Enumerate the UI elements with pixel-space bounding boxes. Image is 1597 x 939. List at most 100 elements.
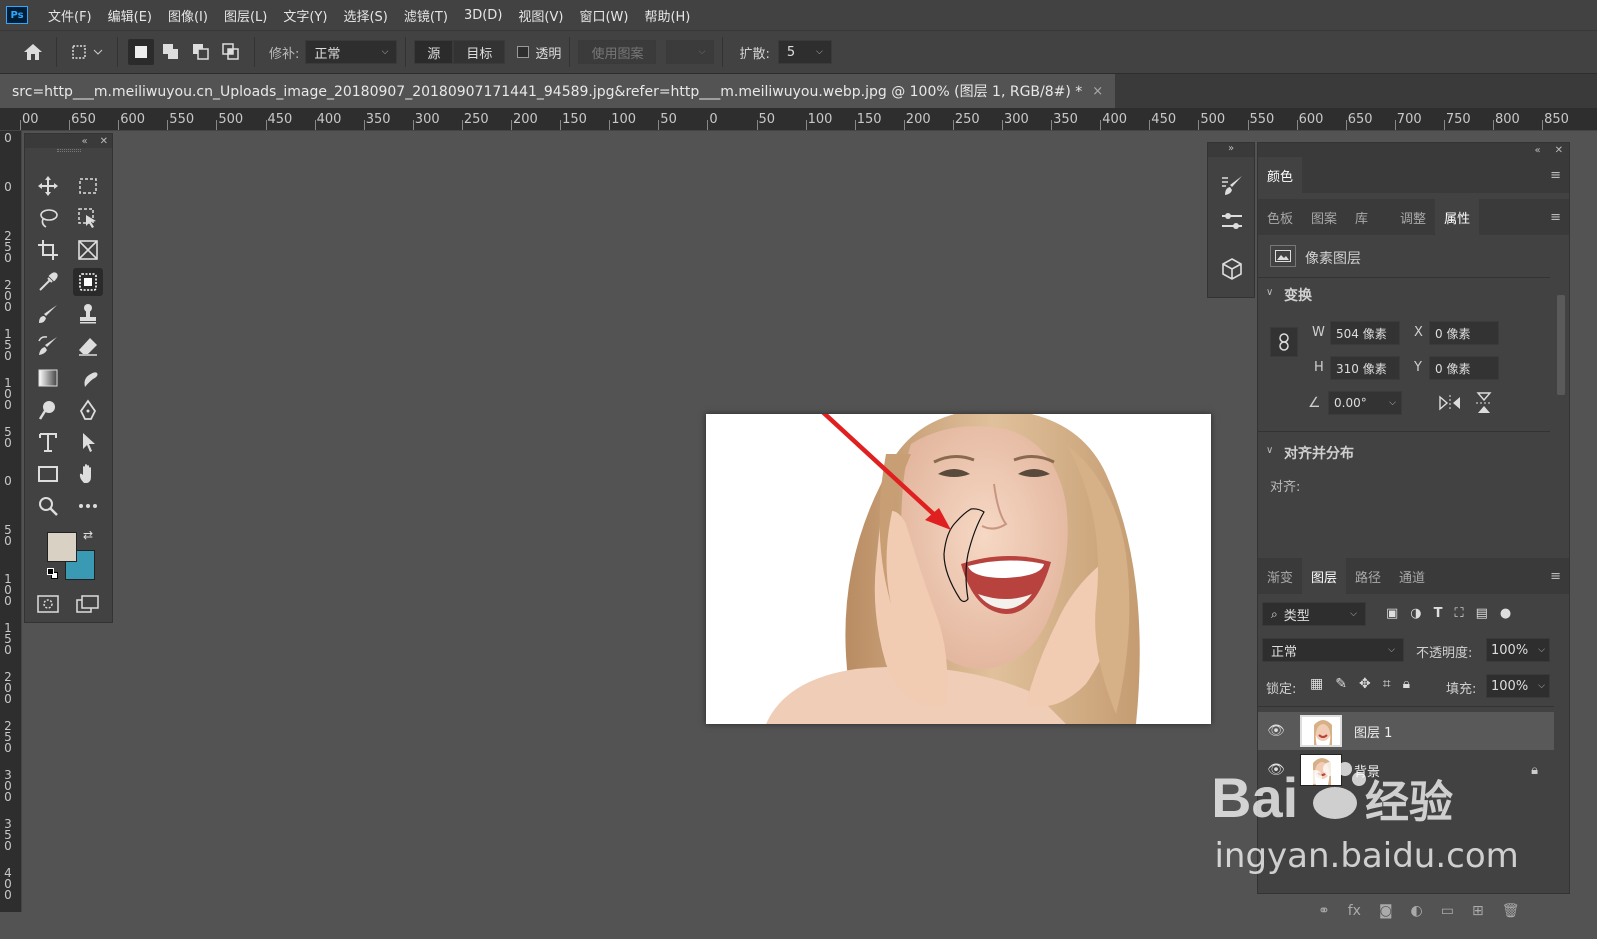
- menu-file[interactable]: 文件(F): [40, 6, 100, 25]
- blend-mode-select[interactable]: 正常 ⌵: [1262, 638, 1404, 662]
- target-button[interactable]: 目标: [453, 40, 506, 64]
- filter-type-icon[interactable]: T: [1434, 606, 1443, 621]
- screen-mode-icon[interactable]: [73, 590, 103, 618]
- chevron-down-icon[interactable]: ∨: [1266, 287, 1273, 298]
- diffusion-select[interactable]: 5 ⌵: [777, 40, 832, 64]
- filter-toggle-icon[interactable]: ●: [1500, 606, 1511, 621]
- close-tab-icon[interactable]: ×: [1092, 84, 1103, 99]
- lock-all-icon[interactable]: 🔒︎: [1403, 676, 1410, 692]
- menu-window[interactable]: 窗口(W): [571, 6, 636, 25]
- close-panel-icon[interactable]: ✕: [100, 136, 108, 147]
- default-colors-icon[interactable]: [47, 568, 59, 580]
- tab-channels[interactable]: 通道: [1390, 558, 1434, 594]
- chevron-down-icon[interactable]: ∨: [1266, 445, 1273, 456]
- menu-help[interactable]: 帮助(H): [636, 6, 698, 25]
- flip-vertical-icon[interactable]: [1474, 391, 1494, 419]
- properties-scrollbar[interactable]: [1557, 281, 1565, 491]
- gradient-tool-icon[interactable]: [33, 364, 63, 392]
- delete-layer-icon[interactable]: 🗑︎: [1502, 903, 1520, 919]
- add-selection-icon[interactable]: [158, 39, 184, 65]
- panel-menu-icon[interactable]: ≡: [1550, 168, 1561, 183]
- menu-view[interactable]: 视图(V): [510, 6, 571, 25]
- new-selection-icon[interactable]: [128, 39, 154, 65]
- visibility-eye-icon[interactable]: 👁︎: [1264, 723, 1288, 739]
- layer-filter-select[interactable]: ⌕ 类型 ⌵: [1262, 602, 1366, 626]
- x-field[interactable]: 0 像素: [1429, 321, 1499, 345]
- lock-transparency-icon[interactable]: ▦: [1310, 676, 1323, 692]
- eraser-tool-icon[interactable]: [73, 332, 103, 360]
- zoom-tool-icon[interactable]: [33, 492, 63, 520]
- menu-layer[interactable]: 图层(L): [216, 6, 275, 25]
- angle-field[interactable]: 0.00° ⌵: [1328, 391, 1402, 415]
- crop-tool-icon[interactable]: [33, 236, 63, 264]
- panel-menu-icon[interactable]: ≡: [1550, 569, 1561, 584]
- pen-tool-icon[interactable]: [73, 396, 103, 424]
- move-tool-icon[interactable]: [33, 172, 63, 200]
- flip-horizontal-icon[interactable]: [1438, 393, 1462, 417]
- filter-pixel-icon[interactable]: ▣: [1386, 606, 1398, 621]
- menu-image[interactable]: 图像(I): [160, 6, 216, 25]
- patch-tool-preset-icon[interactable]: [67, 39, 107, 65]
- vertical-ruler[interactable]: 0 0 250 200 150 100 50 0 50 100 150 200 250 300 350 400…: [0, 131, 22, 912]
- tab-gradients[interactable]: 渐变: [1258, 558, 1302, 594]
- intersect-selection-icon[interactable]: [218, 39, 244, 65]
- pattern-picker[interactable]: ⌵: [666, 40, 715, 64]
- fill-field[interactable]: 100% ⌵: [1486, 674, 1550, 698]
- menu-select[interactable]: 选择(S): [335, 6, 395, 25]
- tab-libraries[interactable]: 库: [1346, 199, 1377, 235]
- eyedropper-tool-icon[interactable]: [33, 268, 63, 296]
- subtract-selection-icon[interactable]: [188, 39, 214, 65]
- link-icon[interactable]: [1270, 327, 1298, 357]
- layer-name[interactable]: 图层 1: [1354, 722, 1392, 741]
- add-mask-icon[interactable]: ◙: [1379, 903, 1393, 919]
- path-selection-tool-icon[interactable]: [73, 428, 103, 456]
- height-field[interactable]: 310 像素: [1330, 356, 1400, 380]
- brush-settings-icon[interactable]: [1217, 171, 1247, 199]
- use-pattern-button[interactable]: 使用图案: [578, 40, 657, 64]
- rectangle-tool-icon[interactable]: [33, 460, 63, 488]
- transform-section-title[interactable]: 变换: [1284, 285, 1312, 305]
- menu-type[interactable]: 文字(Y): [275, 6, 335, 25]
- more-tools-icon[interactable]: [73, 492, 103, 520]
- new-adjustment-icon[interactable]: ◐: [1411, 903, 1423, 919]
- layer-row-layer-1[interactable]: 👁︎ 图层 1: [1258, 712, 1554, 750]
- new-group-icon[interactable]: ▭: [1441, 903, 1454, 919]
- tab-paths[interactable]: 路径: [1346, 558, 1390, 594]
- hand-tool-icon[interactable]: [73, 460, 103, 488]
- smudge-tool-icon[interactable]: [73, 364, 103, 392]
- expand-icon[interactable]: »: [1208, 143, 1254, 157]
- swap-colors-icon[interactable]: ⇄: [83, 528, 93, 542]
- collapse-icon[interactable]: «: [1534, 145, 1540, 156]
- menu-edit[interactable]: 编辑(E): [100, 6, 160, 25]
- document-canvas[interactable]: [706, 414, 1211, 724]
- transparent-option[interactable]: 透明: [517, 43, 561, 62]
- quick-mask-icon[interactable]: [33, 590, 63, 618]
- tab-adjustments[interactable]: 调整: [1391, 199, 1435, 235]
- panel-menu-icon[interactable]: ≡: [1550, 210, 1561, 225]
- y-field[interactable]: 0 像素: [1429, 356, 1499, 380]
- tab-patterns[interactable]: 图案: [1302, 199, 1346, 235]
- filter-smart-object-icon[interactable]: ▤: [1476, 606, 1488, 621]
- link-layers-icon[interactable]: ⚭: [1318, 903, 1330, 919]
- foreground-color-swatch[interactable]: [47, 532, 77, 562]
- width-field[interactable]: 504 像素: [1330, 321, 1400, 345]
- layer-name[interactable]: 背景: [1354, 761, 1380, 780]
- lock-artboard-icon[interactable]: ⌗: [1383, 676, 1391, 692]
- layer-style-icon[interactable]: fx: [1348, 903, 1361, 919]
- home-icon[interactable]: [20, 39, 46, 65]
- lasso-tool-icon[interactable]: [33, 204, 63, 232]
- patch-mode-select[interactable]: 正常 ⌵: [305, 40, 398, 64]
- lock-pixels-icon[interactable]: ✎: [1335, 676, 1347, 692]
- close-panel-icon[interactable]: ✕: [1555, 145, 1563, 156]
- menu-filter[interactable]: 滤镜(T): [396, 6, 456, 25]
- layer-row-background[interactable]: 👁︎ 背景 🔒︎: [1258, 751, 1554, 789]
- new-layer-icon[interactable]: ⊞: [1472, 903, 1484, 919]
- filter-adjustment-icon[interactable]: ◑: [1410, 606, 1421, 621]
- tab-color[interactable]: 颜色: [1258, 157, 1303, 193]
- stamp-tool-icon[interactable]: [73, 300, 103, 328]
- type-tool-icon[interactable]: [33, 428, 63, 456]
- tab-layers[interactable]: 图层: [1302, 558, 1347, 594]
- align-section-title[interactable]: 对齐并分布: [1284, 443, 1354, 463]
- document-tab[interactable]: src=http___m.meiliwuyou.cn_Uploads_image…: [0, 74, 1116, 108]
- filter-shape-icon[interactable]: ⛶: [1455, 606, 1464, 621]
